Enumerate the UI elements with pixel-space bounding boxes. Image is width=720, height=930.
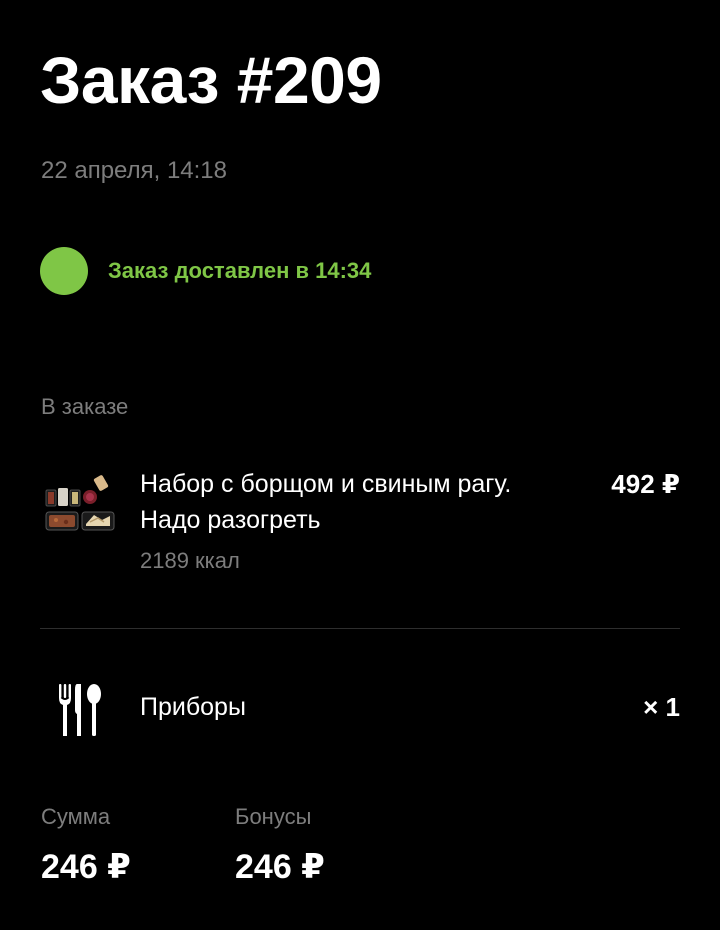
meal-set-image (45, 475, 115, 531)
order-date: 22 апреля, 14:18 (41, 157, 227, 184)
item-calories: 2189 ккал (140, 548, 240, 573)
cutlery-icon (59, 684, 101, 736)
page-title: Заказ #209 (40, 43, 382, 117)
bonus-block: Бонусы 246 ₽ (235, 804, 325, 886)
delivery-status: Заказ доставлен в 14:34 (40, 247, 371, 295)
cutlery-quantity: × 1 (643, 692, 680, 722)
order-item[interactable]: Набор с борщом и свиным рагу. Надо разог… (40, 462, 680, 582)
item-name: Набор с борщом и свиным рагу. Надо разог… (140, 470, 512, 534)
bonus-label: Бонусы (235, 804, 312, 829)
sum-value: 246 ₽ (41, 848, 131, 886)
cutlery-row[interactable]: Приборы × 1 (40, 676, 680, 740)
sum-label: Сумма (41, 804, 111, 829)
bonus-value: 246 ₽ (235, 848, 325, 886)
item-price: 492 ₽ (611, 469, 680, 499)
status-indicator-dot (40, 247, 88, 295)
cutlery-label: Приборы (140, 693, 246, 721)
divider (40, 628, 680, 629)
items-section-label: В заказе (41, 394, 129, 419)
sum-block: Сумма 246 ₽ (41, 804, 131, 886)
status-text: Заказ доставлен в 14:34 (108, 258, 372, 283)
